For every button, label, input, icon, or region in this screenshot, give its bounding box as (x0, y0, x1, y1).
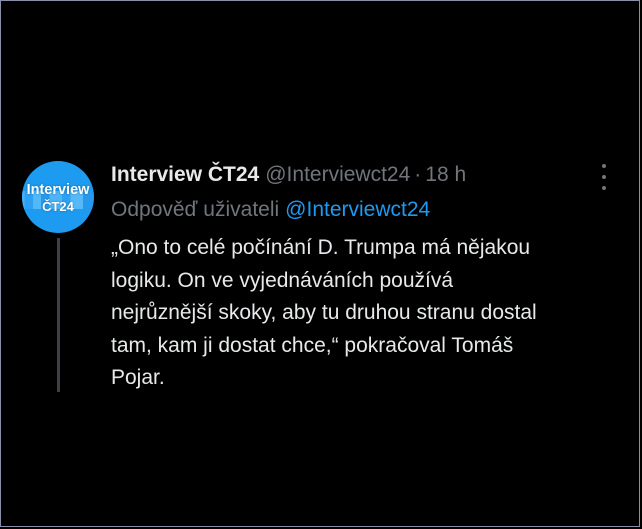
reply-context: Odpověď uživateli @Interviewct24 (111, 196, 430, 224)
user-handle[interactable]: @Interviewct24 (265, 163, 410, 186)
tweet-text-line: Pojar. (111, 366, 165, 389)
more-dot (602, 186, 606, 190)
tweet-text: „Ono to celé počínání D. Trumpa má nějak… (111, 232, 616, 395)
reply-label: Odpověď uživateli (111, 198, 280, 221)
separator-dot: · (414, 163, 422, 186)
tweet-text-line: „Ono to celé počínání D. Trumpa má nějak… (111, 236, 531, 259)
tweet-text-line: tam, kam ji dostat chce,“ pokračoval Tom… (111, 333, 514, 357)
avatar-logo-line2: ČT24 (42, 198, 74, 214)
tweet-header: Interview ČT24 @Interviewct24 · 18 h (111, 161, 466, 189)
thread-line (57, 238, 60, 392)
more-vertical-icon[interactable] (598, 164, 610, 190)
avatar-logo-line1: Interview (26, 182, 90, 199)
more-dot (602, 175, 606, 179)
tweet-text-line: nejrůznější skoky, aby tu druhou stranu … (111, 301, 537, 324)
more-dot (602, 164, 606, 168)
display-name[interactable]: Interview ČT24 (111, 163, 259, 186)
tweet-text-line: logiku. On ve vyjednáváních používá (111, 268, 454, 292)
timestamp[interactable]: 18 h (425, 163, 466, 186)
reply-to-link[interactable]: @Interviewct24 (285, 198, 430, 221)
avatar[interactable]: Interview ČT24 (22, 161, 94, 233)
